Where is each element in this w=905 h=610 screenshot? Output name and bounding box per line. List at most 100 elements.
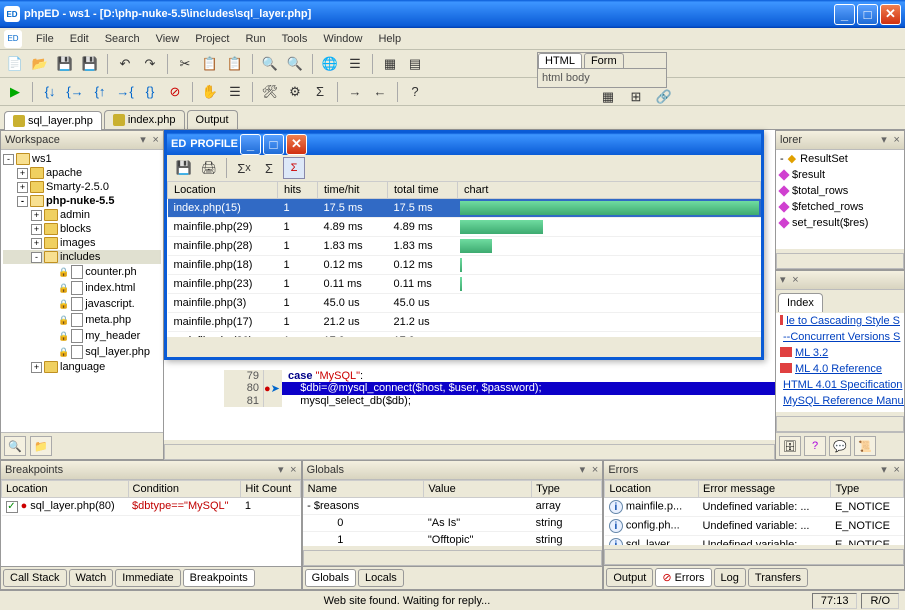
copy-button[interactable]: 📋 <box>199 53 221 75</box>
errors-grid[interactable]: LocationError messageType i mainfile.p..… <box>604 480 904 545</box>
explorer-hscroll[interactable] <box>776 253 904 269</box>
table-tool-icon[interactable]: ⊞ <box>625 86 647 108</box>
help-button[interactable]: ? <box>404 81 426 103</box>
tab-form[interactable]: Form <box>584 53 624 68</box>
layout1-button[interactable]: ▦ <box>379 53 401 75</box>
run-button[interactable]: ▶ <box>4 81 26 103</box>
reference-link[interactable]: --Concurrent Versions S <box>776 329 904 345</box>
ws-tool2-button[interactable]: 📁 <box>30 436 52 456</box>
col-hits[interactable]: hits <box>278 182 318 199</box>
menu-view[interactable]: View <box>148 31 188 47</box>
stepinto-button[interactable]: {↓ <box>39 81 61 103</box>
menu-edit[interactable]: Edit <box>62 31 97 47</box>
save-button[interactable]: 💾 <box>54 53 76 75</box>
profile-row[interactable]: mainfile.php(23)10.11 ms0.11 ms <box>168 275 761 294</box>
menu-run[interactable]: Run <box>237 31 273 47</box>
tab-immediate[interactable]: Immediate <box>115 569 180 587</box>
checkbox-icon[interactable]: ✓ <box>6 501 18 513</box>
options-button[interactable]: ⚙ <box>284 81 306 103</box>
profile-minimize-button[interactable]: _ <box>240 134 261 155</box>
goto-button[interactable]: → <box>344 81 366 103</box>
col-timehit[interactable]: time/hit <box>318 182 388 199</box>
ref-script-button[interactable]: 📜 <box>854 436 876 456</box>
tab-breakpoints[interactable]: Breakpoints <box>183 569 255 587</box>
reference-link[interactable]: HTML 4.01 Specification <box>776 377 904 393</box>
tab-output-bottom[interactable]: Output <box>606 568 653 587</box>
profile-dialog[interactable]: ED PROFILE _ □ ✕ 💾 🖨 Σx Σ Σ <box>164 130 764 360</box>
tab-index-ref[interactable]: Index <box>778 293 823 312</box>
profile-row[interactable]: mainfile.php(3)145.0 us45.0 us <box>168 294 761 313</box>
open-button[interactable]: 📂 <box>29 53 51 75</box>
breakpoints-grid[interactable]: LocationConditionHit Count ✓ ● sql_layer… <box>1 480 301 566</box>
profile-row[interactable]: mainfile.php(17)121.2 us21.2 us <box>168 313 761 332</box>
tree-node[interactable]: +blocks <box>3 222 161 236</box>
tab-html[interactable]: HTML <box>538 53 582 68</box>
menu-help[interactable]: Help <box>370 31 409 47</box>
html-breadcrumb[interactable]: html body <box>538 69 666 87</box>
profile-sigma3-button[interactable]: Σ <box>283 157 305 179</box>
ref-chat-button[interactable]: 💬 <box>829 436 851 456</box>
ref-db-button[interactable]: 🗄 <box>779 436 801 456</box>
global-row[interactable]: 0"As Is"string <box>303 515 602 532</box>
tree-node[interactable]: +apache <box>3 166 161 180</box>
redo-button[interactable]: ↷ <box>139 53 161 75</box>
app-menu-icon[interactable]: ED <box>4 30 22 48</box>
code-editor[interactable]: 79case "MySQL":80●➤ $dbi=@mysql_connect(… <box>224 370 775 440</box>
errors-hscroll[interactable] <box>604 549 904 565</box>
editor-hscroll[interactable] <box>164 444 775 460</box>
profile-maximize-button[interactable]: □ <box>263 134 284 155</box>
tree-node[interactable]: 🔒my_header <box>3 328 161 344</box>
tab-output[interactable]: Output <box>187 110 238 129</box>
tree-node[interactable]: +Smarty-2.5.0 <box>3 180 161 194</box>
findnext-button[interactable]: 🔍 <box>284 53 306 75</box>
breakpoint-row[interactable]: ✓ ● sql_layer.php(80) $dbtype=="MySQL" 1 <box>2 498 301 516</box>
profile-row[interactable]: mainfile.php(30)117.9 us17.9 us <box>168 332 761 338</box>
back-button[interactable]: ← <box>369 81 391 103</box>
workspace-close-icon[interactable]: ▾ × <box>140 133 159 147</box>
global-row[interactable]: 1"Offtopic"string <box>303 532 602 547</box>
stepover-button[interactable]: {→ <box>64 81 86 103</box>
css-tool-icon[interactable]: ▦ <box>597 86 619 108</box>
profile-row[interactable]: mainfile.php(29)14.89 ms4.89 ms <box>168 218 761 237</box>
err-close-icon[interactable]: ▾ × <box>881 463 900 477</box>
workspace-tree[interactable]: -ws1 +apache+Smarty-2.5.0-php-nuke-5.5+a… <box>1 150 163 432</box>
tree-node[interactable]: +admin <box>3 208 161 222</box>
tab-errors[interactable]: ⊘Errors <box>655 568 711 587</box>
breakpoint-button[interactable]: ✋ <box>199 81 221 103</box>
saveall-button[interactable]: 💾 <box>79 53 101 75</box>
ws-tool1-button[interactable]: 🔍 <box>4 436 26 456</box>
find-button[interactable]: 🔍 <box>259 53 281 75</box>
close-button[interactable]: ✕ <box>880 4 901 25</box>
tree-node[interactable]: 🔒sql_layer.php <box>3 344 161 360</box>
reference-link[interactable]: ML 4.0 Reference <box>776 361 904 377</box>
resultset-tree[interactable]: -◆ResultSet $result $total_rows $fetched… <box>776 150 904 249</box>
tab-transfers[interactable]: Transfers <box>748 568 808 587</box>
profile-close-button[interactable]: ✕ <box>286 134 307 155</box>
undo-button[interactable]: ↶ <box>114 53 136 75</box>
cut-button[interactable]: ✂ <box>174 53 196 75</box>
error-row[interactable]: i sql_layer....Undefined variable: ...E_… <box>605 536 904 546</box>
link-tool-icon[interactable]: 🔗 <box>653 86 675 108</box>
tree-node[interactable]: -includes <box>3 250 161 264</box>
tab-locals[interactable]: Locals <box>358 569 404 587</box>
minimize-button[interactable]: _ <box>834 4 855 25</box>
profile-sigma2-button[interactable]: Σ <box>258 157 280 179</box>
profile-sigma1-button[interactable]: Σx <box>233 157 255 179</box>
tab-index[interactable]: index.php <box>104 110 185 129</box>
tab-log[interactable]: Log <box>714 568 746 587</box>
refs-hscroll[interactable] <box>776 416 904 432</box>
references-list[interactable]: le to Cascading Style S--Concurrent Vers… <box>776 313 904 412</box>
refs-close-icon[interactable]: ▾ × <box>780 273 799 287</box>
tree-node[interactable]: 🔒javascript. <box>3 296 161 312</box>
ref-help-button[interactable]: ? <box>804 436 826 456</box>
tree-node[interactable]: -php-nuke-5.5 <box>3 194 161 208</box>
tab-watch[interactable]: Watch <box>69 569 114 587</box>
stepout-button[interactable]: {↑ <box>89 81 111 103</box>
error-row[interactable]: i config.ph...Undefined variable: ...E_N… <box>605 517 904 536</box>
layout2-button[interactable]: ▤ <box>404 53 426 75</box>
runto-button[interactable]: →{ <box>114 81 136 103</box>
new-button[interactable]: 📄 <box>4 53 26 75</box>
global-row[interactable]: - $reasonsarray <box>303 498 602 515</box>
profile-row[interactable]: mainfile.php(18)10.12 ms0.12 ms <box>168 256 761 275</box>
menu-project[interactable]: Project <box>187 31 237 47</box>
